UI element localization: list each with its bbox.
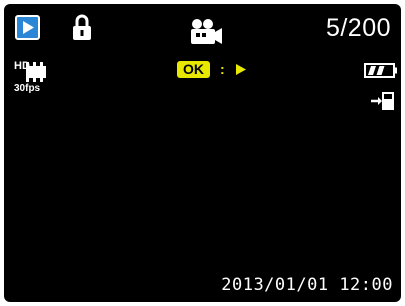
play-icon — [23, 21, 34, 34]
hint-separator: : — [220, 61, 225, 77]
playback-mode-button[interactable] — [15, 15, 40, 40]
resolution-label: HD — [14, 60, 30, 72]
playback-screen: 5/200 HD 30fps OK : 2013/01/01 12:00 — [4, 4, 401, 302]
frame-rate-label: 30fps — [14, 83, 41, 94]
video-camera-icon — [191, 19, 222, 44]
recording-datetime: 2013/01/01 12:00 — [221, 275, 393, 295]
play-icon — [236, 64, 246, 75]
lock-icon — [73, 14, 91, 40]
memory-card-icon — [371, 92, 394, 110]
file-counter: 5/200 — [325, 14, 391, 42]
ok-button-hint[interactable]: OK — [177, 61, 210, 78]
battery-icon — [364, 63, 397, 78]
